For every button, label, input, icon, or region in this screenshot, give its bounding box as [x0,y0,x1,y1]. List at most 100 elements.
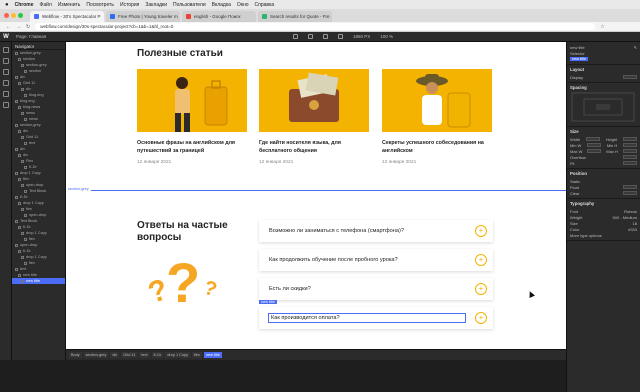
overflow-label: Overflow [570,154,586,160]
overflow-control[interactable] [623,155,637,159]
tab-free-photo[interactable]: Free Photo | Young traveler m [106,11,180,22]
article-title[interactable]: Секреты успешного собеседования на англи… [382,140,492,155]
box-model-widget[interactable] [570,92,636,122]
tab-search-results[interactable]: Search results for Quote - Fre [258,11,332,22]
faq-item[interactable]: Как производится оплата? + [259,307,493,329]
menu-window[interactable]: Окно [237,2,249,8]
element-box-icon [21,87,24,91]
position-title[interactable]: Position [570,171,637,176]
pages-icon[interactable] [2,69,9,75]
macos-menubar: ● Chrome Файл Изменить Посмотреть Истори… [0,0,640,9]
more-type-options[interactable]: More type options [570,233,602,238]
mobile-portrait-icon[interactable] [338,34,344,39]
article-title[interactable]: Основные фразы на английском для путешес… [137,140,247,155]
faq-item[interactable]: Как продолжить обучение после пробного у… [259,249,493,271]
min-height-input[interactable] [623,143,637,147]
desktop-icon[interactable] [293,34,299,39]
navigator-icon[interactable] [2,58,9,64]
article-card[interactable]: Где найти носителя языка, для бесплатног… [259,69,369,165]
reload-icon[interactable]: ↻ [26,24,30,30]
max-height-input[interactable] [622,149,637,153]
plus-icon[interactable]: + [475,312,487,324]
plus-icon[interactable]: + [475,254,487,266]
brush-icon[interactable]: ✎ [634,45,637,50]
breadcrumb-current[interactable]: new title [203,352,222,358]
faq-item[interactable]: Есть ли скидки? + [259,278,493,300]
tab-webflow[interactable]: Webflow - 30's Spectacular P [30,11,104,22]
article-card[interactable]: Секреты успешного собеседования на англи… [382,69,492,165]
size-value[interactable]: 18 [633,221,637,226]
article-image [137,69,247,132]
size-title[interactable]: Size [570,129,637,134]
layout-title[interactable]: Layout [570,67,637,72]
color-value[interactable]: #333 [628,227,637,232]
url-field[interactable]: webflow.com/design/30s-spectacular-proje… [35,23,596,30]
menu-tab[interactable]: Вкладка [212,2,231,8]
faq-question-selected[interactable]: Как производится оплата? [268,313,466,323]
faq-heading[interactable]: Ответы на частые вопросы [137,220,247,244]
breadcrumb-item[interactable]: flex [192,352,202,358]
close-window-icon[interactable] [4,13,9,18]
assets-icon[interactable] [2,91,9,97]
breadcrumb-item[interactable]: div [110,352,120,358]
mobile-landscape-icon[interactable] [323,34,329,39]
spacing-title[interactable]: Spacing [570,85,637,90]
height-input[interactable] [623,137,637,141]
add-icon[interactable] [2,47,9,53]
element-box-icon [24,165,27,169]
menu-help[interactable]: Справка [255,2,275,8]
maximize-window-icon[interactable] [18,13,23,18]
clear-control[interactable] [623,191,637,195]
menu-view[interactable]: Посмотреть [86,2,114,8]
weight-label: Weight [570,214,583,220]
selector-section: new title ✎ Selector new title [567,42,640,65]
breadcrumb-item[interactable]: drop 1 Copy [165,352,190,358]
tab-google[interactable]: english - Google Поиск [182,11,256,22]
webflow-logo-icon[interactable]: W [0,34,12,40]
display-control[interactable] [623,75,637,79]
font-value[interactable]: Roboto [624,209,637,214]
breadcrumb-item[interactable]: Body [69,352,82,358]
fit-control[interactable] [623,161,637,165]
tablet-icon[interactable] [308,34,314,39]
menu-bookmarks[interactable]: Закладки [145,2,167,8]
navigator-item-label: Flex [26,159,34,163]
design-canvas[interactable]: Полезные статьи Основные фразы на англий… [66,42,566,349]
breadcrumb-item[interactable]: K-Dr [151,352,164,358]
plus-icon[interactable]: + [475,225,487,237]
plus-icon[interactable]: + [475,283,487,295]
question-mark-tiny-icon: ? [201,276,220,302]
articles-heading[interactable]: Полезные статьи [137,48,223,59]
element-box-icon [18,153,21,157]
back-icon[interactable]: ← [6,24,11,30]
typography-title[interactable]: Typography [570,201,637,206]
article-card[interactable]: Основные фразы на английском для путешес… [137,69,247,165]
breadcrumb-item[interactable]: Grid 11 [121,352,138,358]
faq-item[interactable]: Возможно ли заниматься с телефона (смарт… [259,220,493,242]
navigator-item-label: open-drop [20,243,38,247]
menu-file[interactable]: Файл [40,2,52,8]
element-box-icon [18,129,21,133]
max-width-input[interactable] [587,149,602,153]
menu-users[interactable]: Пользователи [173,2,206,8]
min-width-input[interactable] [587,143,602,147]
menu-edit[interactable]: Изменить [58,2,81,8]
cms-icon[interactable] [2,80,9,86]
page-selector[interactable]: Page: Главная [16,34,46,39]
float-control[interactable] [623,185,637,189]
breadcrumb-item[interactable]: section-grey [83,352,109,358]
apple-icon[interactable]: ● [5,2,9,8]
breadcrumb-item[interactable]: text [139,352,150,358]
selector-chip[interactable]: new title [570,57,588,61]
menu-history[interactable]: История [120,2,139,8]
weight-value[interactable]: 500 - Medium [613,215,637,220]
settings-icon[interactable] [2,102,9,108]
app-name[interactable]: Chrome [15,2,34,8]
article-title[interactable]: Где найти носителя языка, для бесплатног… [259,140,369,155]
navigator-item[interactable]: new title [12,278,65,284]
minimize-window-icon[interactable] [11,13,16,18]
width-input[interactable] [585,137,600,141]
position-value[interactable]: Static [570,179,580,184]
forward-icon[interactable]: → [16,24,21,30]
star-icon[interactable]: ☆ [600,24,604,30]
